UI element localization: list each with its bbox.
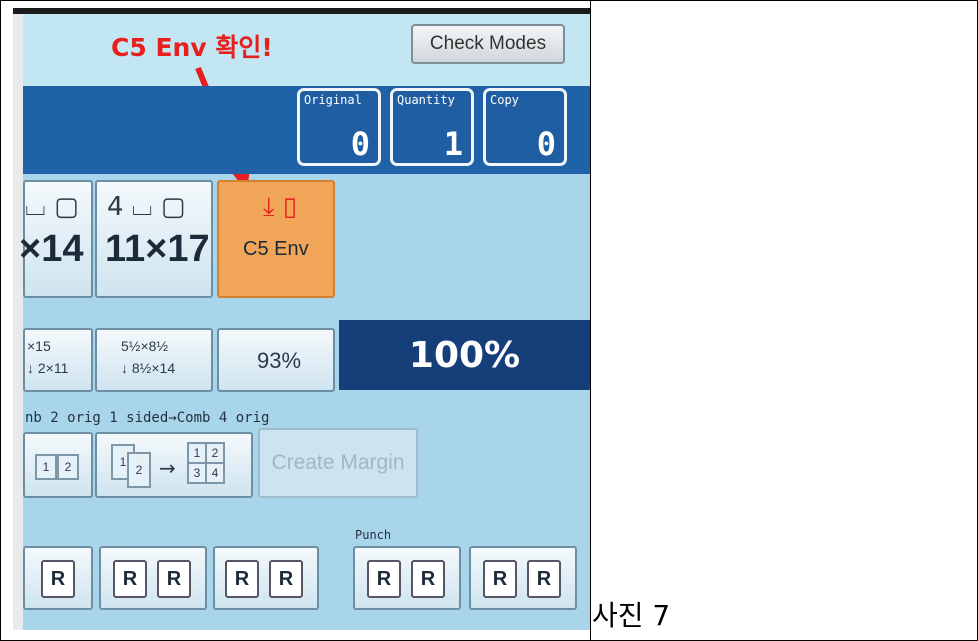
document-icon: R (411, 560, 445, 598)
counter-value: 1 (443, 125, 463, 163)
staple-button-3[interactable]: R R (213, 546, 319, 610)
page-icon: 2 (57, 454, 79, 480)
document-icon: R (113, 560, 147, 598)
zoom-display: 100% (339, 320, 590, 390)
photo-caption: 사진 7 (592, 599, 671, 632)
counter-copy: Copy 0 (483, 88, 567, 166)
ratio-percent: 93% (257, 348, 302, 373)
document-icon: R (225, 560, 259, 598)
document-icon: R (41, 560, 75, 598)
copier-screen-photo: Check Modes C5 Env 확인! Original 0 Quanti… (13, 8, 590, 630)
page-icon: 2 (127, 452, 151, 488)
arrow-right-icon: → (159, 456, 176, 480)
page-icon: 1 (35, 454, 57, 480)
staple-button-1[interactable]: R (23, 546, 93, 610)
punch-button-1[interactable]: R R (353, 546, 461, 610)
page-icon: 1 (187, 442, 207, 464)
staple-button-2[interactable]: R R (99, 546, 207, 610)
ratio-button-2[interactable]: 5½×8½ ↓ 8½×14 (95, 328, 213, 392)
tray-size-label: ×14 (19, 228, 84, 270)
combine-label: nb 2 orig 1 sided→Comb 4 orig (25, 410, 270, 426)
counter-label: Quantity (397, 93, 455, 107)
create-margin-button[interactable]: Create Margin (258, 428, 418, 498)
counter-quantity: Quantity 1 (390, 88, 474, 166)
document-icon: R (367, 560, 401, 598)
punch-button-2[interactable]: R R (469, 546, 577, 610)
combine-4-button[interactable]: 1 2 → 1 2 3 4 (95, 432, 253, 498)
tray-icon: 4 ⌴ ▢ (107, 192, 186, 222)
paper-tray-button-2[interactable]: 4 ⌴ ▢ 11×17 (95, 180, 213, 298)
ratio-to: ↓ 2×11 (27, 360, 69, 376)
counter-value: 0 (536, 125, 556, 163)
check-modes-button[interactable]: Check Modes (411, 24, 565, 64)
ratio-from: 5½×8½ (121, 338, 169, 354)
paper-tray-button-1[interactable]: ⌴ ▢ ×14 (19, 180, 93, 298)
tray-icon: ⌴ ▢ (25, 192, 79, 222)
counter-label: Original (304, 93, 362, 107)
tray-size-label: C5 Env (243, 238, 309, 260)
counter-label: Copy (490, 93, 519, 107)
counter-value: 0 (350, 125, 370, 163)
document-icon: R (269, 560, 303, 598)
document-icon: R (527, 560, 561, 598)
counter-original: Original 0 (297, 88, 381, 166)
punch-label: Punch (355, 528, 392, 542)
bypass-tray-icon: ⤓ ▯ (263, 192, 298, 222)
paper-tray-button-c5-env[interactable]: ⤓ ▯ C5 Env (217, 180, 335, 298)
page-icon: 4 (205, 462, 225, 484)
ratio-to: ↓ 8½×14 (121, 360, 176, 376)
screen-bezel-left (13, 8, 23, 630)
ratio-from: ×15 (27, 338, 51, 354)
combine-2-button[interactable]: 1 2 (23, 432, 93, 498)
annotation-text: C5 Env 확인! (111, 33, 273, 62)
page-icon: 3 (187, 462, 207, 484)
ratio-button-93[interactable]: 93% (217, 328, 335, 392)
document-icon: R (157, 560, 191, 598)
tray-size-label: 11×17 (105, 228, 210, 270)
table-divider (590, 0, 591, 641)
ratio-button-1[interactable]: ×15 ↓ 2×11 (23, 328, 93, 392)
document-icon: R (483, 560, 517, 598)
page-icon: 2 (205, 442, 225, 464)
